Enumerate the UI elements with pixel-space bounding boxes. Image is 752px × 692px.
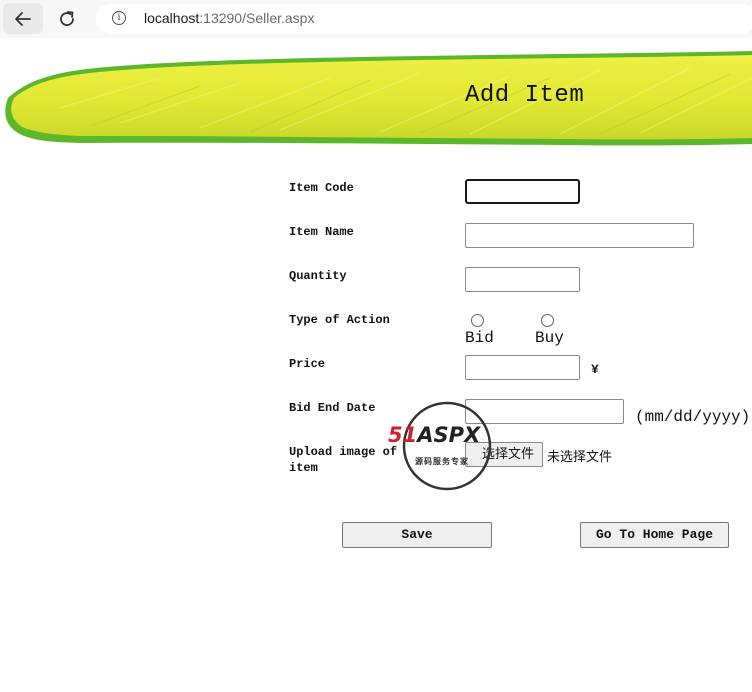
type-of-action-label: Type of Action [289,313,390,327]
watermark-brand-name: ASPX [417,423,481,447]
item-name-input[interactable] [465,223,694,248]
watermark-tagline: 源码服务专家 [415,457,469,466]
radio-buy[interactable] [541,314,554,327]
refresh-icon [60,10,74,26]
radio-buy-label[interactable]: Buy [535,329,564,347]
watermark-brand: 51ASPX [388,423,480,447]
item-code-input[interactable] [465,179,580,204]
arrow-left-icon [15,11,31,26]
bid-end-date-label: Bid End Date [289,401,376,415]
back-button[interactable] [3,3,43,34]
url-host: localhost [144,10,200,26]
item-name-label: Item Name [289,225,354,239]
url-text: localhost:13290/Seller.aspx [144,10,314,26]
banner-brush-image [5,51,752,146]
watermark-brand-number: 51 [388,423,418,447]
browser-toolbar: i localhost:13290/Seller.aspx [0,0,752,38]
page-content: Add Item Item Code Item Name Quantity Ty… [0,38,752,692]
url-path: :13290/Seller.aspx [199,10,315,26]
page-title: Add Item [465,82,585,109]
go-to-home-page-button[interactable]: Go To Home Page [580,522,729,548]
quantity-label: Quantity [289,269,347,283]
save-button[interactable]: Save [342,522,492,548]
watermark-logo: 51ASPX 源码服务专家 [385,401,515,493]
date-format-hint: (mm/dd/yyyy) [635,408,751,426]
radio-bid[interactable] [471,314,484,327]
quantity-input[interactable] [465,267,580,292]
item-code-label: Item Code [289,181,354,195]
watermark-ring-icon [402,401,492,491]
file-status-text: 未选择文件 [547,450,613,465]
price-label: Price [289,357,326,371]
radio-bid-label[interactable]: Bid [465,329,494,347]
currency-symbol: ¥ [591,362,599,377]
refresh-button[interactable] [47,3,87,34]
address-bar[interactable]: i localhost:13290/Seller.aspx [96,4,752,34]
site-info-icon[interactable]: i [112,11,126,25]
price-input[interactable] [465,355,580,380]
